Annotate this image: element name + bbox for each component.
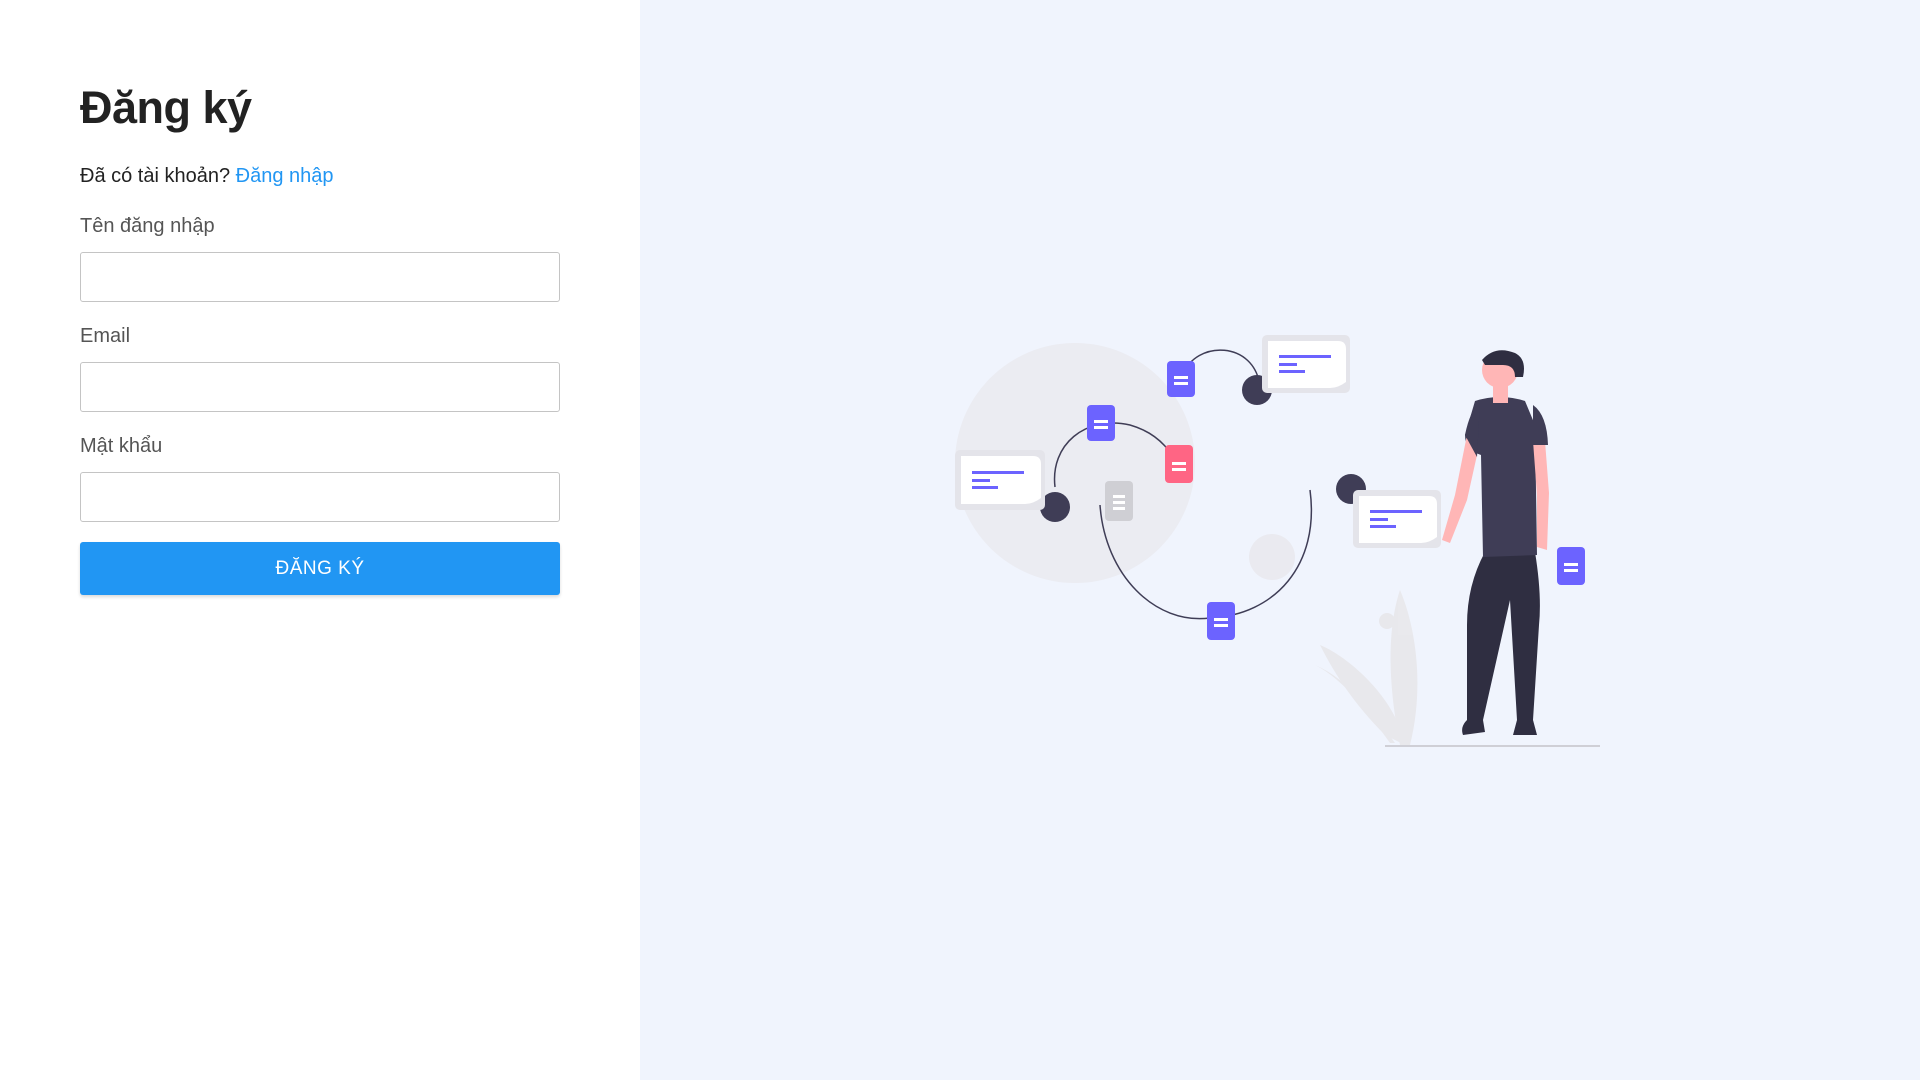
document-icon [1087, 405, 1115, 441]
chat-bubble-icon [1353, 490, 1441, 548]
document-icon [1105, 481, 1133, 521]
small-background-circle [1249, 534, 1295, 580]
chat-bubble-icon [955, 450, 1045, 510]
username-input[interactable] [80, 252, 560, 302]
have-account-text: Đã có tài khoản? [80, 165, 231, 187]
login-prompt: Đã có tài khoản? Đăng nhập [80, 164, 560, 188]
register-button[interactable]: ĐĂNG KÝ [80, 542, 560, 595]
register-form: Đăng ký Đã có tài khoản? Đăng nhập Tên đ… [80, 78, 560, 595]
document-icon [1167, 361, 1195, 397]
person-illustration [1442, 350, 1549, 735]
document-icon [1557, 547, 1585, 585]
email-label: Email [80, 325, 131, 347]
username-label: Tên đăng nhập [80, 215, 215, 237]
plant-illustration [1315, 590, 1418, 745]
register-panel: Đăng ký Đã có tài khoản? Đăng nhập Tên đ… [0, 0, 640, 1080]
page-title: Đăng ký [80, 82, 252, 133]
password-input[interactable] [80, 472, 560, 522]
password-label: Mật khẩu [80, 435, 163, 457]
document-icon [1165, 445, 1193, 483]
email-input[interactable] [80, 362, 560, 412]
illustration [955, 335, 1600, 747]
document-icon [1207, 602, 1235, 640]
login-link[interactable]: Đăng nhập [236, 165, 334, 187]
chat-bubble-icon [1262, 335, 1350, 393]
